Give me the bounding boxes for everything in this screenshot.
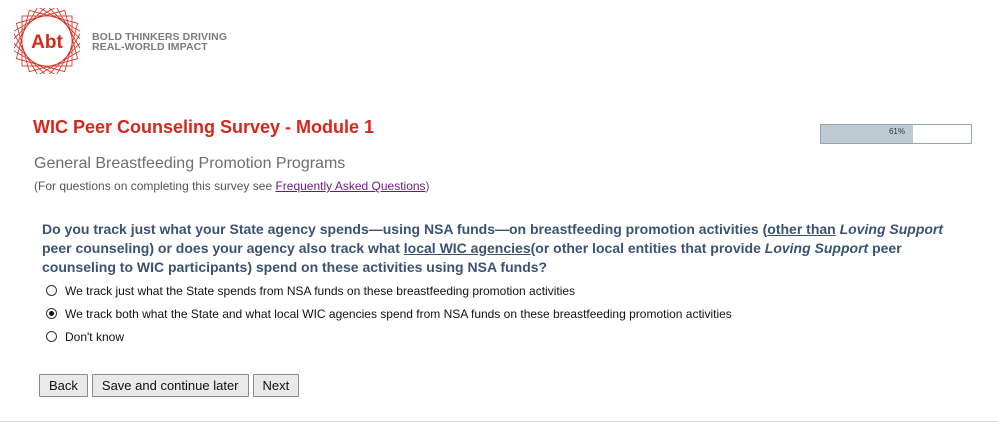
section-title: General Breastfeeding Promotion Programs (34, 155, 346, 172)
question-text: Do you track just what your State agency… (42, 220, 957, 277)
question-italic-loving-support: Loving Support (764, 240, 869, 256)
radio-button[interactable] (46, 331, 57, 342)
logo-text: Abt (31, 32, 63, 53)
radio-button[interactable] (46, 285, 57, 296)
option-state-and-local[interactable]: We track both what the State and what lo… (44, 302, 732, 325)
brand-logo: Abt BOLD THINKERS DRIVING REAL-WORLD IMP… (14, 8, 244, 80)
answer-options: We track just what the State spends from… (44, 279, 732, 348)
question-emphasis-local-wic: local WIC agencies (403, 240, 531, 256)
radio-button-selected[interactable] (46, 308, 57, 319)
option-label: We track both what the State and what lo… (65, 306, 732, 321)
option-dont-know[interactable]: Don't know (44, 325, 732, 348)
tagline-line-2: REAL-WORLD IMPACT (92, 41, 208, 53)
question-part: (or other local entities that provide (530, 240, 765, 256)
progress-bar: 61% (820, 124, 972, 144)
next-button[interactable]: Next (252, 374, 300, 397)
brand-tagline: BOLD THINKERS DRIVING REAL-WORLD IMPACT (92, 32, 227, 53)
question-part: Do you track just what your State agency… (42, 221, 768, 237)
save-continue-later-button[interactable]: Save and continue later (91, 374, 249, 397)
page-title: WIC Peer Counseling Survey - Module 1 (33, 117, 375, 137)
option-label: Don't know (65, 329, 124, 344)
option-label: We track just what the State spends from… (65, 283, 576, 298)
nav-buttons: Back Save and continue later Next (39, 374, 300, 397)
faq-note-prefix: (For questions on completing this survey… (34, 179, 276, 193)
faq-note-suffix: ) (425, 179, 430, 193)
footer-divider (0, 421, 998, 422)
abt-logo-icon: Abt (14, 8, 80, 74)
faq-link[interactable]: Frequently Asked Questions (275, 179, 425, 193)
faq-note: (For questions on completing this survey… (34, 179, 430, 193)
back-button[interactable]: Back (39, 374, 88, 397)
option-state-only[interactable]: We track just what the State spends from… (44, 279, 732, 302)
question-emphasis-other-than: other than (767, 221, 836, 237)
question-part: peer counseling) or does your agency als… (42, 240, 404, 256)
question-italic-loving-support: Loving Support (839, 221, 944, 237)
progress-label: 61% (888, 127, 905, 136)
